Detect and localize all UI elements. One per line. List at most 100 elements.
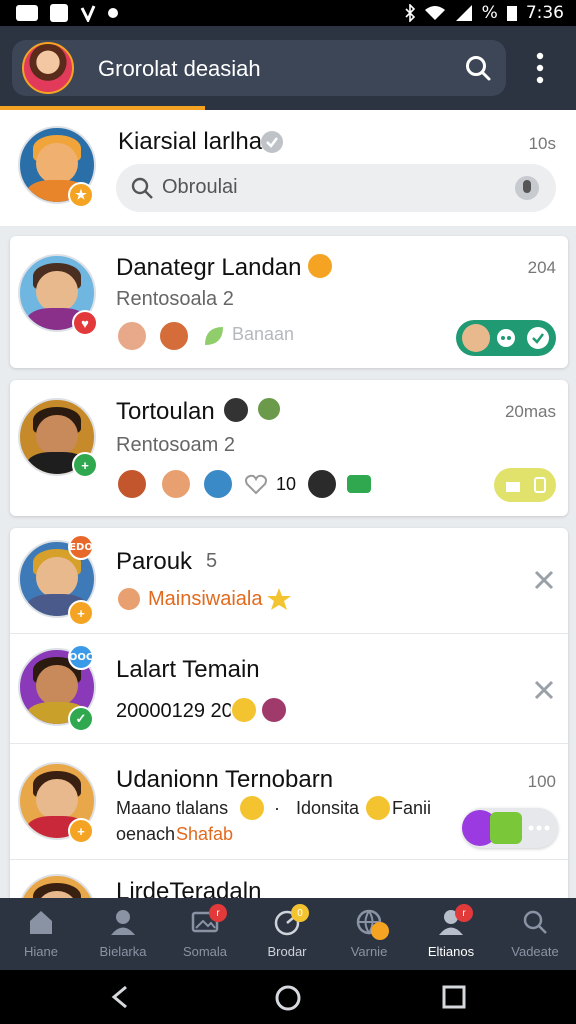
notification-badge: 0 <box>291 904 309 922</box>
home-button-icon[interactable] <box>274 984 302 1012</box>
signal-icon <box>455 5 472 21</box>
globe-icon-wrap <box>355 908 389 940</box>
emoji-icon <box>256 396 282 422</box>
app-search-bar[interactable]: Grorolat deasiah <box>12 40 506 96</box>
notification-badge: r <box>455 904 473 922</box>
emoji-icon <box>260 696 288 724</box>
subtitle: Rentosoala 2 <box>116 288 234 310</box>
nav-item-media[interactable]: r Somala <box>164 898 246 970</box>
preview-line-a: Maano tlalans <box>116 798 229 818</box>
action-pill[interactable] <box>456 320 556 356</box>
game-icon <box>497 329 515 347</box>
wifi-icon <box>424 6 445 20</box>
emoji-icon <box>366 796 390 820</box>
check-badge-icon: ✓ <box>68 706 94 732</box>
search-icon[interactable] <box>464 54 492 82</box>
top-badge: OOC <box>68 644 94 670</box>
contact-name: Lalart Temain <box>116 656 260 683</box>
participant-avatar <box>158 320 190 352</box>
search-input[interactable]: Obroulai <box>116 164 556 212</box>
app-notification-icon <box>50 4 68 22</box>
preview-line-b: Idonsita <box>296 798 360 818</box>
nav-label: Varnie <box>350 944 388 959</box>
nav-item-timer[interactable]: 0 Brodar <box>246 898 328 970</box>
contact-name: Kiarsial larlha <box>118 128 263 155</box>
separator: · <box>274 798 280 818</box>
preview-line-2b: Shafab <box>176 824 234 844</box>
extra-label: Banaan <box>232 324 295 344</box>
preview-line-2a: oenach <box>116 824 176 844</box>
battery-icon <box>506 6 517 21</box>
star-icon <box>267 588 291 610</box>
more-options-icon[interactable] <box>528 50 552 86</box>
reaction-toggle[interactable] <box>462 808 558 848</box>
contact-name: LirdeTeradaln <box>116 878 262 898</box>
search-icon <box>131 177 153 199</box>
app-title: Grorolat deasiah <box>98 56 261 81</box>
search-icon <box>523 910 547 934</box>
close-icon[interactable] <box>532 568 556 592</box>
home-icon <box>30 911 52 934</box>
close-icon[interactable] <box>532 678 556 702</box>
subtitle: Mainsiwaiala <box>148 588 263 610</box>
participant-avatar <box>116 468 148 500</box>
nav-item-home[interactable]: Hiane <box>0 898 82 970</box>
status-bar: % 7:36 <box>0 0 576 26</box>
participant-count: 10 <box>276 474 297 494</box>
video-icon <box>347 475 371 493</box>
nav-item-search[interactable]: Vadeate <box>494 898 576 970</box>
recents-icon[interactable] <box>442 985 466 1009</box>
emoji-icon <box>306 252 334 280</box>
notification-badge <box>371 922 389 940</box>
battery-percent: % <box>481 3 498 23</box>
nav-item-profile[interactable]: Bielarka <box>82 898 164 970</box>
top-chat-row[interactable]: ★ Kiarsial larlha 10s Obroulai <box>0 110 576 226</box>
back-icon[interactable] <box>108 985 132 1009</box>
preview-line-c: Fanii <box>392 798 432 818</box>
clock: 7:36 <box>525 3 564 23</box>
nav-label: Eltianos <box>427 944 475 959</box>
emoji-icon <box>116 586 142 612</box>
emoji-icon <box>240 796 264 820</box>
star-badge-icon: ★ <box>68 182 94 208</box>
subtitle: 20000129 20 <box>116 700 233 722</box>
timestamp: 100 <box>527 772 556 791</box>
list-item[interactable]: + Udanionn Ternobarn 100 Maano tlalans ·… <box>10 744 568 860</box>
emoji-icon <box>222 396 250 424</box>
nav-label: Vadeate <box>511 944 559 959</box>
avatar <box>18 874 96 898</box>
dot-icon <box>108 8 118 18</box>
nav-item-explore[interactable]: Varnie <box>328 898 410 970</box>
mic-icon[interactable] <box>514 175 540 201</box>
list-item[interactable]: LirdeTeradaln <box>10 860 568 898</box>
contact-name: Danategr Landan <box>116 254 302 281</box>
phone-icon <box>534 477 546 493</box>
chat-list: EDO + Parouk 5 Mainsiwaiala OOC ✓ Lalart… <box>10 528 568 898</box>
nav-item-friends[interactable]: r Eltianos <box>410 898 492 970</box>
participant-avatar <box>116 320 148 352</box>
system-navigation-bar <box>0 970 576 1024</box>
contact-name: Tortoulan <box>116 398 215 425</box>
notification-icon <box>16 5 38 21</box>
chat-card[interactable]: ♥ Danategr Landan 204 Rentosoala 2 Banaa… <box>10 236 568 368</box>
heart-outline-icon <box>245 474 267 495</box>
subtitle: Rentosoam 2 <box>116 434 235 456</box>
app-bar: Grorolat deasiah <box>0 26 576 110</box>
nav-label: Bielarka <box>99 944 147 959</box>
list-item[interactable]: EDO + Parouk 5 Mainsiwaiala <box>10 528 568 634</box>
notification-badge: r <box>209 904 227 922</box>
bluetooth-icon <box>405 4 415 22</box>
leaf-icon <box>205 327 223 345</box>
bottom-navigation: Hiane Bielarka r Somala 0 Brodar Varnie … <box>0 898 576 970</box>
reaction-icon <box>490 812 522 844</box>
list-item[interactable]: OOC ✓ Lalart Temain 20000129 20 <box>10 634 568 744</box>
gift-icon <box>506 482 520 492</box>
participant-avatar <box>306 468 338 500</box>
plus-badge-icon: + <box>68 600 94 626</box>
contact-mini-avatar <box>462 324 490 352</box>
participant-avatar <box>202 468 234 500</box>
action-pill[interactable] <box>494 468 556 502</box>
chat-card[interactable]: + Tortoulan 20mas Rentosoam 2 10 <box>10 380 568 516</box>
search-placeholder: Obroulai <box>162 176 238 198</box>
profile-avatar[interactable] <box>22 42 74 94</box>
